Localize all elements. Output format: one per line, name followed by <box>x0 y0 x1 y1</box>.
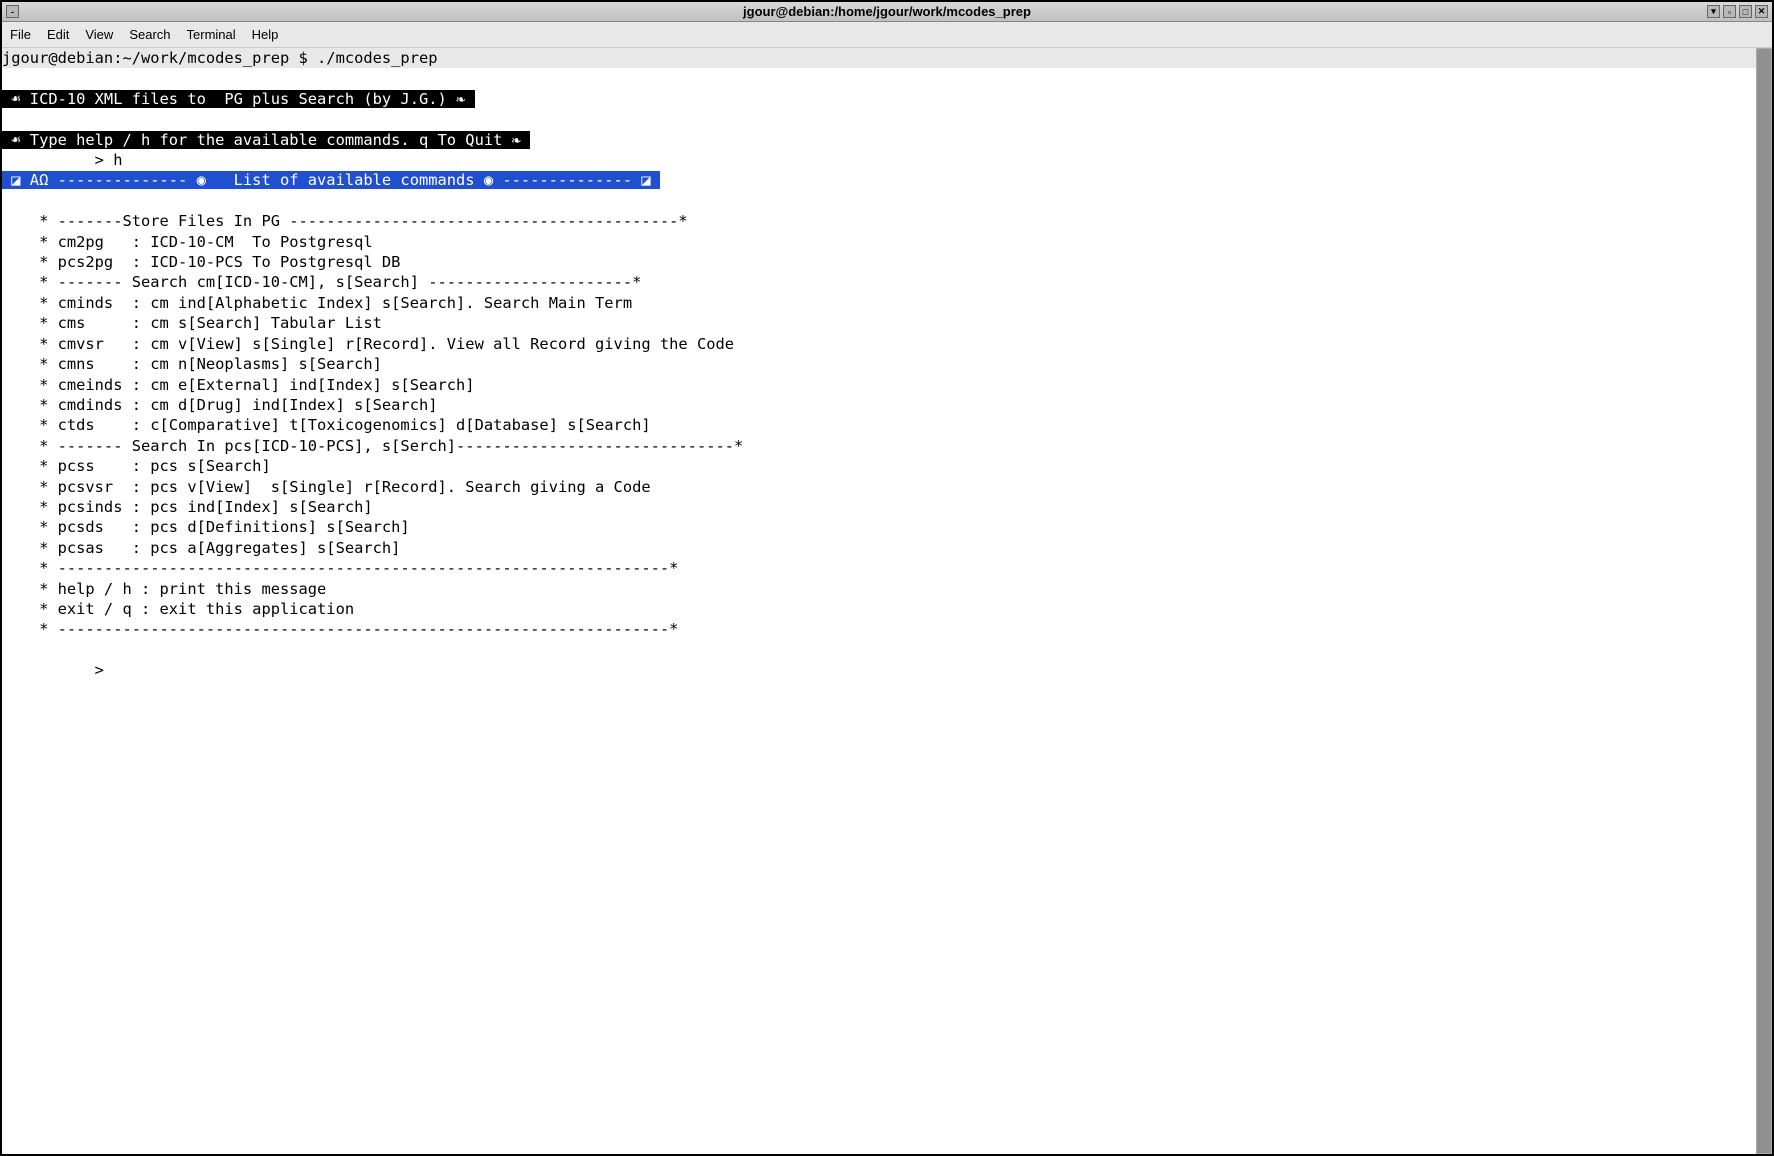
menu-help[interactable]: Help <box>252 27 279 42</box>
window-titlebar: - jgour@debian:/home/jgour/work/mcodes_p… <box>2 2 1772 22</box>
output-line: * help / h : print this message <box>2 579 1772 599</box>
menu-edit[interactable]: Edit <box>47 27 69 42</box>
help-banner: ☙ Type help / h for the available comman… <box>2 131 530 149</box>
menubar: File Edit View Search Terminal Help <box>2 22 1772 48</box>
output-line: * cmvsr : cm v[View] s[Single] r[Record]… <box>2 334 1772 354</box>
maximize-button[interactable]: □ <box>1739 5 1752 18</box>
restore-button[interactable]: ▫ <box>1723 5 1736 18</box>
output-line: * pcsvsr : pcs v[View] s[Single] r[Recor… <box>2 477 1772 497</box>
close-button[interactable]: ✕ <box>1755 5 1768 18</box>
output-line: * pcss : pcs s[Search] <box>2 456 1772 476</box>
output-line: * pcsinds : pcs ind[Index] s[Search] <box>2 497 1772 517</box>
output-line: * --------------------------------------… <box>2 558 1772 578</box>
output-line: * -------Store Files In PG -------------… <box>2 211 1772 231</box>
app-banner: ☙ ICD-10 XML files to PG plus Search (by… <box>2 90 475 108</box>
output-line: * cmns : cm n[Neoplasms] s[Search] <box>2 354 1772 374</box>
output-line: * cminds : cm ind[Alphabetic Index] s[Se… <box>2 293 1772 313</box>
commands-header: ◪ ΑΩ -------------- ◉ List of available … <box>2 171 660 189</box>
output-line: > <box>2 660 1772 680</box>
terminal-output[interactable]: jgour@debian:~/work/mcodes_prep $ ./mcod… <box>2 48 1772 1154</box>
output-line: * --------------------------------------… <box>2 619 1772 639</box>
scrollbar-thumb[interactable] <box>1757 49 1771 1153</box>
window-menu-button[interactable]: - <box>6 5 19 18</box>
output-line: * ------- Search cm[ICD-10-CM], s[Search… <box>2 272 1772 292</box>
menu-file[interactable]: File <box>10 27 31 42</box>
output-line: * cmdinds : cm d[Drug] ind[Index] s[Sear… <box>2 395 1772 415</box>
output-line <box>2 191 1772 211</box>
output-line: * pcs2pg : ICD-10-PCS To Postgresql DB <box>2 252 1772 272</box>
vertical-scrollbar[interactable] <box>1756 48 1772 1154</box>
output-line: * ctds : c[Comparative] t[Toxicogenomics… <box>2 415 1772 435</box>
window-title: jgour@debian:/home/jgour/work/mcodes_pre… <box>743 4 1031 19</box>
output-line: * exit / q : exit this application <box>2 599 1772 619</box>
user-input: > h <box>2 150 1772 170</box>
output-line: * pcsds : pcs d[Definitions] s[Search] <box>2 517 1772 537</box>
output-line: * cms : cm s[Search] Tabular List <box>2 313 1772 333</box>
output-line: * pcsas : pcs a[Aggregates] s[Search] <box>2 538 1772 558</box>
minimize-button[interactable]: ▾ <box>1707 5 1720 18</box>
shell-prompt: jgour@debian:~/work/mcodes_prep $ ./mcod… <box>2 48 1772 68</box>
menu-view[interactable]: View <box>85 27 113 42</box>
output-line: * cm2pg : ICD-10-CM To Postgresql <box>2 232 1772 252</box>
output-line <box>2 640 1772 660</box>
menu-terminal[interactable]: Terminal <box>187 27 236 42</box>
output-line: * cmeinds : cm e[External] ind[Index] s[… <box>2 375 1772 395</box>
menu-search[interactable]: Search <box>129 27 170 42</box>
output-line: * ------- Search In pcs[ICD-10-PCS], s[S… <box>2 436 1772 456</box>
